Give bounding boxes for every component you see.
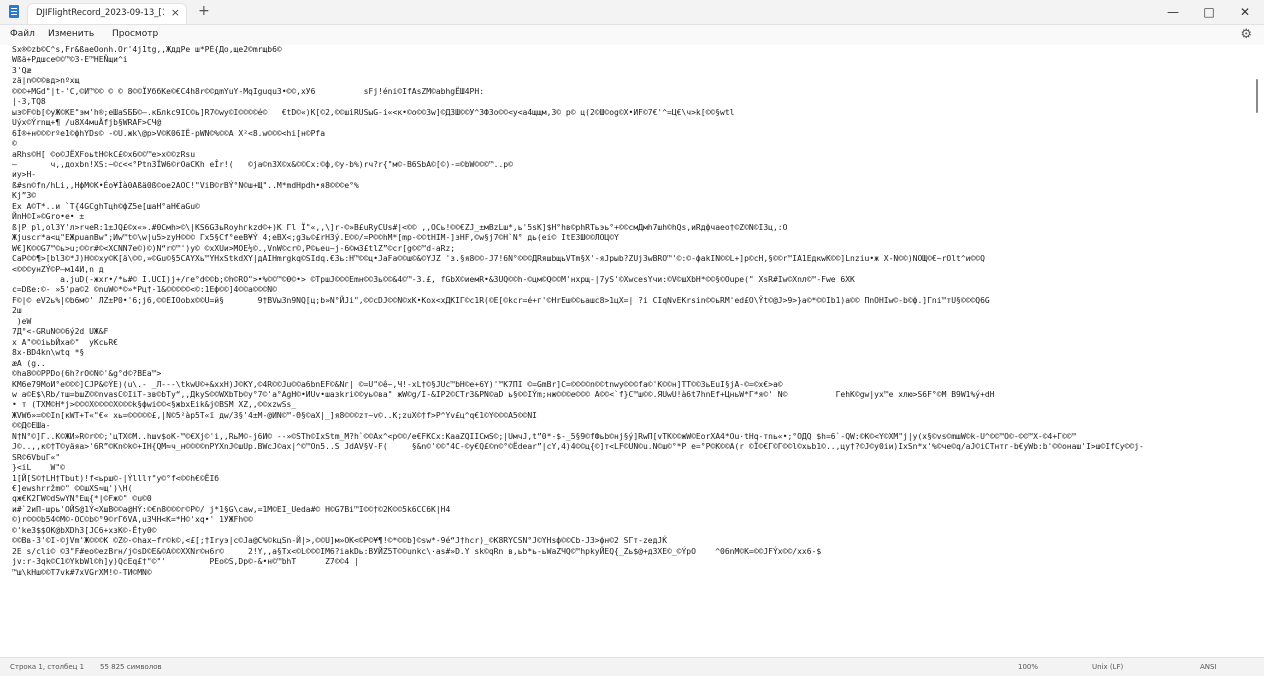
menu-bar: Файл Изменить Просмотр ⚙ — [0, 25, 1264, 45]
menu-view[interactable]: Просмотр — [112, 29, 158, 39]
vertical-scrollbar[interactable] — [1254, 49, 1260, 653]
close-window-button[interactable]: ✕ — [1227, 0, 1263, 24]
line-ending[interactable]: Unix (LF) — [1092, 663, 1123, 671]
menu-edit[interactable]: Изменить — [48, 29, 94, 39]
tab-close-icon[interactable]: × — [171, 6, 180, 19]
menu-file[interactable]: Файл — [10, 29, 35, 39]
notepad-app-icon — [9, 5, 19, 18]
cursor-position: Строка 1, столбец 1 — [10, 663, 85, 671]
document-text[interactable]: Sx®©zb©C^s,Fr&ßaeOonh.Or'4j1tg,,ЖддPe ш*… — [12, 45, 1244, 657]
tab-title: DJIFlightRecord_2023-09-13_[13-4: — [36, 8, 164, 18]
zoom-level[interactable]: 100% — [1018, 663, 1038, 671]
maximize-button[interactable]: □ — [1191, 0, 1227, 24]
minimize-button[interactable]: — — [1155, 0, 1191, 24]
character-count: 55 825 символов — [100, 663, 162, 671]
editor-area[interactable]: Sx®©zb©C^s,Fr&ßaeOonh.Or'4j1tg,,ЖддPe ш*… — [0, 45, 1264, 657]
tab-current-file[interactable]: DJIFlightRecord_2023-09-13_[13-4: × — [27, 3, 187, 24]
title-bar: DJIFlightRecord_2023-09-13_[13-4: × + — … — [0, 0, 1264, 25]
scrollbar-thumb[interactable] — [1256, 79, 1258, 113]
encoding[interactable]: ANSI — [1200, 663, 1217, 671]
new-tab-button[interactable]: + — [198, 3, 210, 19]
status-bar: Строка 1, столбец 1 55 825 символов 100%… — [0, 657, 1264, 676]
settings-gear-icon[interactable]: ⚙ — [1240, 27, 1252, 42]
